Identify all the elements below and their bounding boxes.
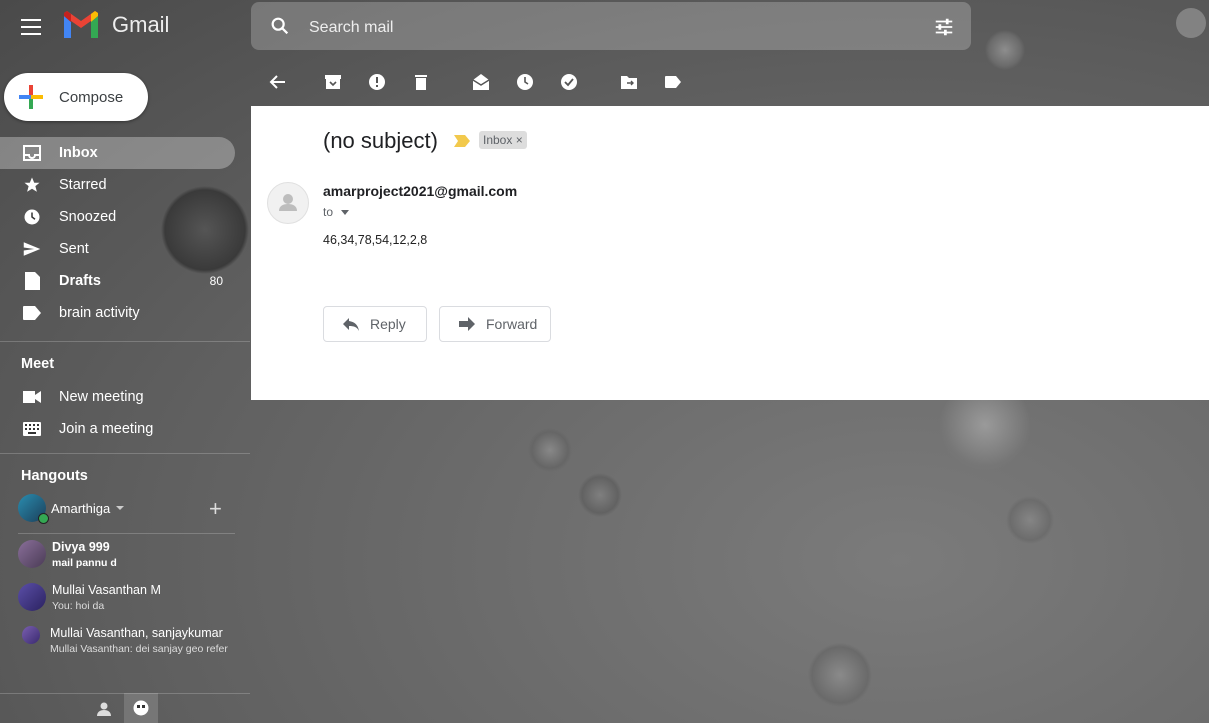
divider (18, 533, 235, 534)
quote-bubble-icon (133, 700, 149, 716)
meet-title: Meet (21, 356, 55, 372)
sidebar-item-snoozed[interactable]: Snoozed (0, 201, 235, 233)
hangouts-user[interactable]: Amarthiga (18, 494, 228, 524)
conversation-name: Divya 999 (52, 540, 110, 554)
conversation-name: Mullai Vasanthan M (52, 583, 161, 597)
search-bar[interactable] (251, 2, 971, 50)
keyboard-icon (22, 419, 42, 439)
divider (0, 453, 250, 454)
main-menu-icon[interactable] (18, 14, 44, 40)
hangouts-user-name: Amarthiga (51, 500, 111, 516)
online-status-dot (38, 513, 49, 524)
hangouts-bottom-bar (0, 693, 250, 723)
search-options-icon[interactable] (933, 16, 955, 38)
hangouts-title: Hangouts (21, 468, 88, 484)
avatar (18, 494, 49, 524)
send-icon (22, 239, 42, 259)
delete-icon[interactable] (411, 72, 431, 92)
chevron-down-icon[interactable] (341, 209, 350, 215)
conversation-item[interactable]: Divya 999 mail pannu d (18, 540, 243, 569)
star-icon (22, 175, 42, 195)
back-arrow-icon[interactable] (268, 72, 288, 92)
avatar (22, 626, 40, 644)
sidebar-item-inbox[interactable]: Inbox (0, 137, 235, 169)
person-icon (279, 194, 297, 211)
conversation-item[interactable]: Mullai Vasanthan, sanjaykumar Mullai Vas… (18, 626, 243, 655)
add-to-tasks-icon[interactable] (559, 72, 579, 92)
reply-icon (343, 318, 359, 331)
new-conversation-plus-icon[interactable]: + (209, 498, 222, 520)
search-input[interactable] (307, 16, 911, 40)
gmail-logo[interactable]: Gmail (62, 10, 169, 40)
sidebar-item-label: Drafts (59, 273, 101, 289)
forward-icon (459, 317, 475, 331)
compose-button[interactable]: Compose (4, 73, 148, 121)
importance-marker-icon[interactable] (454, 135, 470, 147)
hangouts-tab[interactable] (124, 693, 158, 723)
avatar (18, 583, 46, 611)
search-icon[interactable] (269, 15, 291, 37)
sidebar-item-label: Snoozed (59, 209, 117, 225)
sender-email: amarproject2021@gmail.com (323, 183, 518, 199)
sidebar-item-drafts[interactable]: Drafts 80 (0, 265, 235, 297)
plus-icon (19, 85, 43, 109)
divider (0, 341, 250, 342)
snooze-clock-icon[interactable] (515, 72, 535, 92)
new-meeting-label: New meeting (59, 389, 144, 405)
email-view: (no subject) Inbox × amarproject2021@gma… (251, 106, 1209, 400)
sidebar-item-label: Sent (59, 241, 89, 257)
forward-button[interactable]: Forward (439, 306, 551, 342)
join-meeting-label: Join a meeting (59, 421, 154, 437)
gmail-m-icon (64, 11, 98, 38)
report-spam-icon[interactable] (367, 72, 387, 92)
forward-label: Forward (486, 316, 538, 332)
new-meeting-button[interactable]: New meeting (0, 381, 235, 413)
conversation-preview: Mullai Vasanthan: dei sanjay geo refer (50, 643, 228, 655)
conversation-preview: mail pannu d (52, 557, 117, 569)
sidebar-item-label: brain activity (59, 305, 140, 321)
sidebar-item-label: Inbox (59, 145, 98, 161)
recipient-details[interactable]: to (323, 205, 350, 219)
conversation-name: Mullai Vasanthan, sanjaykumar (50, 626, 223, 640)
chevron-down-icon[interactable] (116, 506, 125, 510)
email-body: 46,34,78,54,12,2,8 (323, 233, 428, 247)
to-label: to (323, 205, 334, 219)
inbox-label-badge[interactable]: Inbox × (479, 131, 527, 149)
conversation-preview: You: hoi da (52, 600, 105, 612)
join-meeting-button[interactable]: Join a meeting (0, 413, 235, 445)
label-as-icon[interactable] (663, 72, 683, 92)
email-subject: (no subject) (323, 128, 438, 153)
compose-label: Compose (59, 88, 124, 106)
inbox-icon (22, 143, 42, 163)
drafts-count: 80 (209, 274, 223, 288)
top-bar: Gmail (0, 0, 1209, 56)
sidebar-item-brain-activity[interactable]: brain activity (0, 297, 235, 329)
avatar (18, 540, 46, 568)
help-icon[interactable] (1176, 8, 1206, 38)
sidebar-nav: Inbox Starred Snoozed Sent Drafts 80 bra… (0, 137, 250, 329)
conversation-item[interactable]: Mullai Vasanthan M You: hoi da (18, 583, 243, 612)
reply-button[interactable]: Reply (323, 306, 427, 342)
sidebar-item-label: Starred (59, 177, 107, 193)
sidebar-item-starred[interactable]: Starred (0, 169, 235, 201)
label-icon (22, 303, 42, 323)
mark-unread-icon[interactable] (471, 72, 491, 92)
sender-avatar (267, 182, 309, 224)
app-name: Gmail (112, 12, 170, 37)
archive-icon[interactable] (323, 72, 343, 92)
move-to-icon[interactable] (619, 72, 639, 92)
clock-icon (22, 207, 42, 227)
reply-label: Reply (370, 316, 406, 332)
person-icon[interactable] (96, 701, 112, 717)
draft-icon (22, 271, 42, 291)
video-camera-icon (22, 387, 42, 407)
sidebar-item-sent[interactable]: Sent (0, 233, 235, 265)
